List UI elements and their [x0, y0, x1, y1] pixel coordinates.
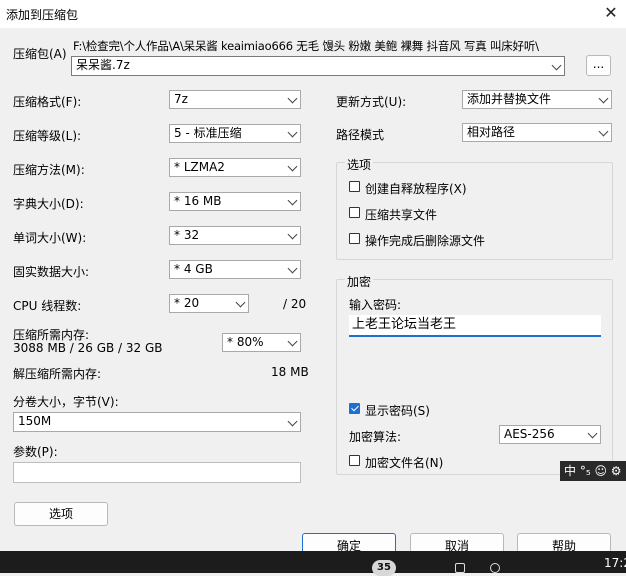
- chevron-down-icon: [287, 195, 298, 206]
- dict-value: * 16 MB: [174, 194, 222, 208]
- threads-value: * 20: [174, 296, 200, 310]
- ime-text: 中 °₅ ☺ ⚙: [564, 464, 622, 478]
- chevron-down-icon: [235, 297, 246, 308]
- level-value: 5 - 标准压缩: [174, 126, 242, 140]
- options-group-title: 选项: [345, 156, 374, 173]
- shared-files-checkbox[interactable]: [349, 207, 360, 218]
- chevron-down-icon: [287, 127, 298, 138]
- word-value: * 32: [174, 228, 200, 242]
- chevron-down-icon: [287, 229, 298, 240]
- pathmode-label: 路径模式: [336, 128, 385, 142]
- dict-label: 字典大小(D):: [13, 197, 84, 211]
- method-label: 压缩方法(M):: [13, 163, 85, 177]
- chevron-down-icon: [587, 428, 598, 439]
- update-select[interactable]: 添加并替换文件: [462, 90, 612, 109]
- memory-select[interactable]: * 80%: [222, 333, 301, 352]
- archive-filename-combo[interactable]: 呆呆酱.7z: [71, 56, 565, 76]
- taskbar-app-icon[interactable]: [455, 563, 465, 573]
- params-label: 参数(P):: [13, 445, 58, 459]
- solid-label: 固实数据大小:: [13, 265, 90, 279]
- level-select[interactable]: 5 - 标准压缩: [169, 124, 301, 143]
- taskbar-badge[interactable]: 35: [372, 560, 396, 576]
- taskbar-app-icon[interactable]: [490, 563, 500, 573]
- password-input[interactable]: 上老王论坛当老王: [349, 315, 601, 337]
- word-label: 单词大小(W):: [13, 231, 87, 245]
- decompress-label: 解压缩所需内存:: [13, 367, 102, 381]
- sfx-label: 创建自释放程序(X): [365, 182, 467, 196]
- password-label: 输入密码:: [349, 298, 402, 312]
- archive-label: 压缩包(A): [13, 47, 67, 61]
- chevron-down-icon: [287, 263, 298, 274]
- decompress-value: 18 MB: [271, 365, 309, 379]
- memory-detail: 3088 MB / 26 GB / 32 GB: [13, 341, 163, 355]
- show-password-checkbox[interactable]: [349, 403, 360, 414]
- pathmode-select[interactable]: 相对路径: [462, 123, 612, 142]
- options-button[interactable]: 选项: [14, 502, 108, 526]
- title-bar: [0, 0, 626, 28]
- browse-button[interactable]: ...: [586, 55, 611, 76]
- archive-path: F:\检查完\个人作品\A\呆呆酱 keaimiao666 无毛 馒头 粉嫩 美…: [73, 39, 539, 53]
- memory-value: * 80%: [227, 335, 264, 349]
- split-value: 150M: [18, 414, 52, 428]
- pathmode-value: 相对路径: [467, 125, 516, 139]
- split-label: 分卷大小，字节(V):: [13, 395, 119, 409]
- show-password-label: 显示密码(S): [365, 404, 430, 418]
- chevron-down-icon: [287, 161, 298, 172]
- chevron-down-icon: [551, 60, 562, 71]
- ime-toolbar[interactable]: 中 °₅ ☺ ⚙: [560, 461, 626, 481]
- chevron-down-icon: [598, 126, 609, 137]
- update-label: 更新方式(U):: [336, 95, 407, 109]
- encrypt-names-label: 加密文件名(N): [365, 456, 444, 470]
- encryption-method-value: AES-256: [504, 427, 555, 441]
- chevron-down-icon: [287, 93, 298, 104]
- taskbar-clock[interactable]: 17:2: [604, 556, 626, 570]
- solid-select[interactable]: * 4 GB: [169, 260, 301, 279]
- encrypt-names-checkbox[interactable]: [349, 455, 360, 466]
- dict-select[interactable]: * 16 MB: [169, 192, 301, 211]
- archive-filename: 呆呆酱.7z: [76, 58, 130, 72]
- chevron-down-icon: [287, 336, 298, 347]
- solid-value: * 4 GB: [174, 262, 213, 276]
- chevron-down-icon: [598, 93, 609, 104]
- threads-max: / 20: [283, 297, 307, 311]
- threads-select[interactable]: * 20: [169, 294, 249, 313]
- threads-label: CPU 线程数:: [13, 299, 82, 313]
- params-input[interactable]: [13, 462, 301, 483]
- format-label: 压缩格式(F):: [13, 95, 82, 109]
- split-select[interactable]: 150M: [13, 412, 301, 432]
- format-select[interactable]: 7z: [169, 90, 301, 109]
- encryption-group-title: 加密: [345, 273, 374, 290]
- taskbar: [0, 551, 626, 573]
- close-icon[interactable]: ✕: [600, 2, 622, 24]
- delete-source-checkbox[interactable]: [349, 233, 360, 244]
- window-title: 添加到压缩包: [6, 8, 79, 22]
- encryption-method-label: 加密算法:: [349, 430, 402, 444]
- format-value: 7z: [174, 92, 188, 106]
- method-select[interactable]: * LZMA2: [169, 158, 301, 177]
- shared-files-label: 压缩共享文件: [365, 208, 438, 222]
- word-select[interactable]: * 32: [169, 226, 301, 245]
- update-value: 添加并替换文件: [467, 92, 552, 106]
- encryption-method-select[interactable]: AES-256: [499, 425, 601, 444]
- delete-source-label: 操作完成后删除源文件: [365, 234, 486, 248]
- method-value: * LZMA2: [174, 160, 225, 174]
- chevron-down-icon: [287, 416, 298, 427]
- sfx-checkbox[interactable]: [349, 181, 360, 192]
- level-label: 压缩等级(L):: [13, 129, 82, 143]
